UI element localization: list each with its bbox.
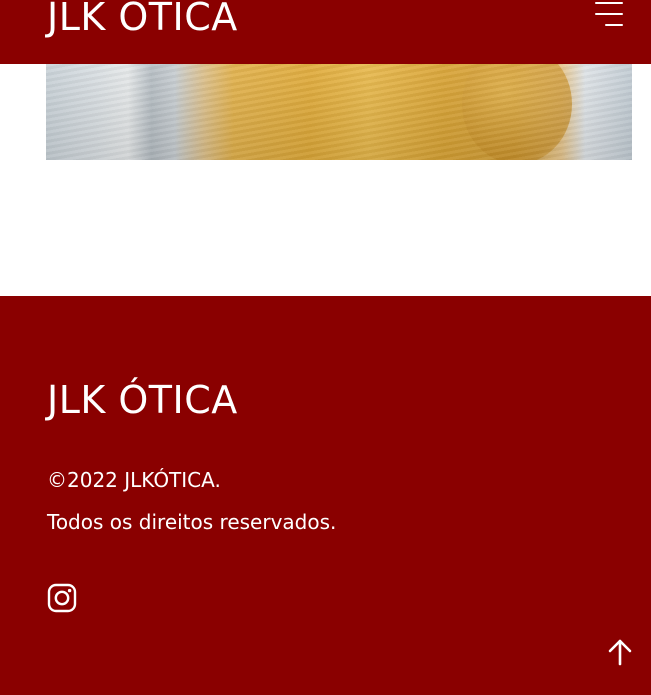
site-footer: JLK ÓTICA ©2022 JLKÓTICA. Todos os direi… [0,296,651,695]
arrow-up-icon [608,639,632,666]
footer-logo: JLK ÓTICA [47,378,238,422]
site-header: JLK ÓTICA [0,0,651,64]
hero-image-shade [46,64,632,160]
back-to-top-button[interactable] [607,638,633,666]
instagram-icon[interactable] [47,583,77,613]
hero-image [46,64,632,160]
page: JLK ÓTICA JLK ÓTICA ©2022 JLKÓTICA. Todo… [0,0,651,695]
hamburger-menu-icon [595,2,623,4]
hamburger-menu-icon-bar [605,24,623,26]
rights-text: Todos os direitos reservados. [47,510,337,534]
header-logo[interactable]: JLK ÓTICA [47,0,238,40]
instagram-icon-graphic [47,583,77,613]
copyright-text: ©2022 JLKÓTICA. [47,468,221,492]
menu-button[interactable] [591,0,623,30]
hamburger-menu-icon-bar [595,13,623,15]
